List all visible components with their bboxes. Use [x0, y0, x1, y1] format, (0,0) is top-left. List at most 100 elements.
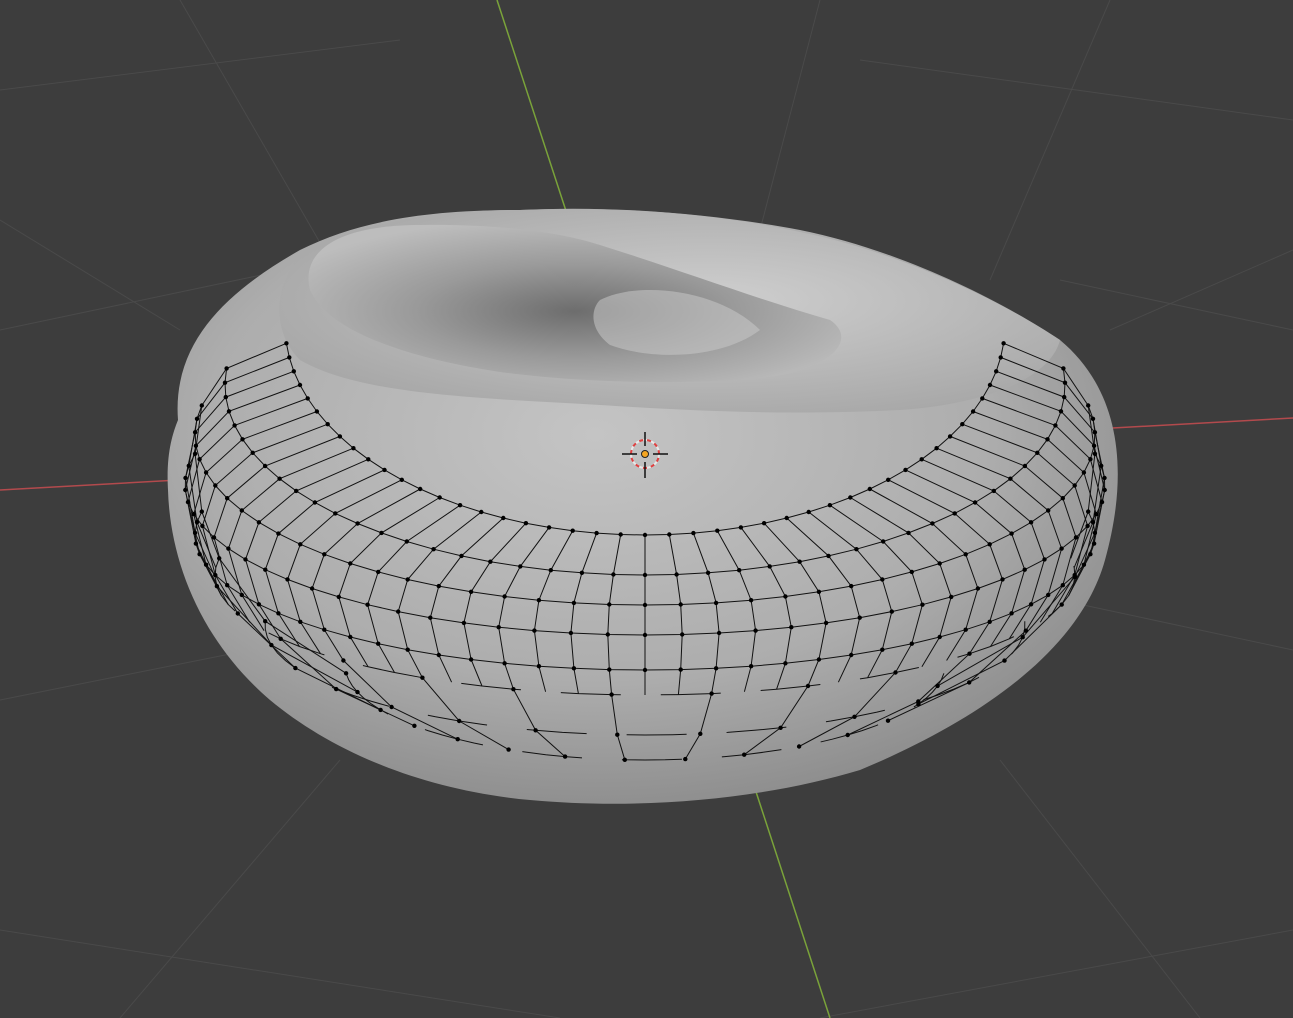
- mesh-vertex[interactable]: [920, 602, 925, 607]
- mesh-vertex[interactable]: [348, 561, 353, 566]
- mesh-vertex[interactable]: [1022, 567, 1027, 572]
- mesh-vertex[interactable]: [607, 667, 612, 672]
- mesh-vertex[interactable]: [214, 584, 220, 589]
- mesh-vertex[interactable]: [607, 602, 612, 607]
- mesh-vertex[interactable]: [784, 515, 789, 521]
- mesh-vertex[interactable]: [713, 666, 719, 671]
- mesh-vertex[interactable]: [909, 641, 914, 646]
- mesh-vertex[interactable]: [298, 542, 303, 547]
- mesh-vertex[interactable]: [893, 670, 898, 675]
- mesh-vertex[interactable]: [1099, 463, 1104, 468]
- mesh-vertex[interactable]: [889, 609, 894, 614]
- mesh-vertex[interactable]: [885, 718, 891, 723]
- mesh-vertex[interactable]: [404, 539, 409, 544]
- mesh-vertex[interactable]: [783, 594, 788, 599]
- mesh-vertex[interactable]: [987, 619, 992, 624]
- mesh-vertex[interactable]: [337, 434, 343, 439]
- mesh-vertex[interactable]: [348, 634, 353, 640]
- mesh-vertex[interactable]: [355, 689, 360, 695]
- mesh-vertex[interactable]: [967, 651, 972, 656]
- mesh-vertex[interactable]: [536, 598, 542, 603]
- mesh-vertex[interactable]: [1028, 602, 1034, 607]
- mesh-vertex[interactable]: [705, 570, 711, 575]
- mesh-vertex[interactable]: [698, 731, 703, 736]
- mesh-vertex[interactable]: [536, 664, 542, 669]
- mesh-vertex[interactable]: [1060, 583, 1066, 588]
- mesh-vertex[interactable]: [854, 547, 859, 552]
- mesh-vertex[interactable]: [502, 594, 507, 599]
- mesh-vertex[interactable]: [919, 457, 924, 462]
- mesh-vertex[interactable]: [960, 422, 965, 427]
- mesh-vertex[interactable]: [488, 559, 493, 564]
- mesh-vertex[interactable]: [197, 457, 202, 462]
- mesh-vertex[interactable]: [396, 609, 401, 614]
- mesh-vertex[interactable]: [789, 625, 794, 630]
- mesh-vertex[interactable]: [1020, 635, 1025, 640]
- mesh-vertex[interactable]: [963, 552, 968, 557]
- mesh-vertex[interactable]: [278, 636, 283, 641]
- mesh-vertex[interactable]: [1060, 496, 1066, 501]
- mesh-vertex[interactable]: [224, 366, 229, 371]
- mesh-vertex[interactable]: [200, 523, 205, 529]
- mesh-vertex[interactable]: [949, 594, 954, 600]
- mesh-vertex[interactable]: [987, 542, 992, 547]
- mesh-vertex[interactable]: [848, 495, 853, 500]
- mesh-vertex[interactable]: [691, 530, 696, 536]
- mesh-vertex[interactable]: [322, 552, 327, 557]
- mesh-vertex[interactable]: [183, 487, 188, 493]
- mesh-vertex[interactable]: [298, 619, 303, 624]
- mesh-vertex[interactable]: [678, 602, 683, 607]
- mesh-vertex[interactable]: [963, 627, 968, 632]
- mesh-vertex[interactable]: [502, 661, 507, 666]
- mesh-vertex[interactable]: [366, 457, 371, 462]
- mesh-vertex[interactable]: [1045, 437, 1050, 442]
- mesh-vertex[interactable]: [546, 525, 552, 530]
- mesh-vertex[interactable]: [1059, 546, 1064, 551]
- mesh-vertex[interactable]: [263, 567, 268, 572]
- mesh-vertex[interactable]: [609, 692, 614, 697]
- mesh-vertex[interactable]: [1072, 483, 1077, 488]
- mesh-vertex[interactable]: [642, 667, 648, 673]
- mesh-vertex[interactable]: [753, 628, 758, 633]
- mesh-vertex[interactable]: [226, 409, 232, 414]
- mesh-vertex[interactable]: [594, 530, 599, 536]
- mesh-vertex[interactable]: [459, 553, 464, 559]
- mesh-vertex[interactable]: [906, 530, 911, 536]
- mesh-vertex[interactable]: [683, 756, 688, 762]
- object-origin-icon[interactable]: [641, 450, 649, 458]
- mesh-vertex[interactable]: [226, 546, 231, 551]
- mesh-vertex[interactable]: [611, 572, 616, 577]
- mesh-vertex[interactable]: [468, 657, 474, 662]
- mesh-vertex[interactable]: [222, 380, 228, 385]
- mesh-vertex[interactable]: [506, 747, 511, 752]
- mesh-vertex[interactable]: [783, 661, 788, 666]
- mesh-vertex[interactable]: [382, 467, 387, 473]
- mesh-vertex[interactable]: [867, 486, 872, 492]
- mesh-vertex[interactable]: [378, 707, 383, 713]
- mesh-vertex[interactable]: [998, 355, 1003, 360]
- mesh-vertex[interactable]: [256, 520, 262, 525]
- mesh-vertex[interactable]: [183, 475, 188, 481]
- mesh-vertex[interactable]: [1058, 409, 1064, 414]
- mesh-vertex[interactable]: [232, 423, 237, 428]
- mesh-vertex[interactable]: [980, 396, 985, 401]
- mesh-vertex[interactable]: [796, 744, 802, 749]
- mesh-vertex[interactable]: [881, 539, 886, 544]
- mesh-vertex[interactable]: [365, 602, 370, 607]
- mesh-vertex[interactable]: [845, 732, 850, 738]
- mesh-vertex[interactable]: [568, 630, 574, 636]
- mesh-vertex[interactable]: [285, 577, 290, 582]
- mesh-vertex[interactable]: [532, 628, 537, 633]
- mesh-vertex[interactable]: [738, 525, 744, 530]
- mesh-vertex[interactable]: [376, 641, 381, 646]
- mesh-vertex[interactable]: [1088, 457, 1093, 462]
- mesh-vertex[interactable]: [748, 664, 754, 669]
- mesh-vertex[interactable]: [571, 666, 577, 671]
- mesh-vertex[interactable]: [240, 437, 245, 442]
- mesh-vertex[interactable]: [223, 394, 228, 400]
- mesh-vertex[interactable]: [1028, 520, 1034, 525]
- mesh-vertex[interactable]: [991, 488, 996, 494]
- mesh-vertex[interactable]: [618, 532, 623, 537]
- mesh-vertex[interactable]: [1062, 394, 1067, 400]
- mesh-vertex[interactable]: [947, 434, 953, 439]
